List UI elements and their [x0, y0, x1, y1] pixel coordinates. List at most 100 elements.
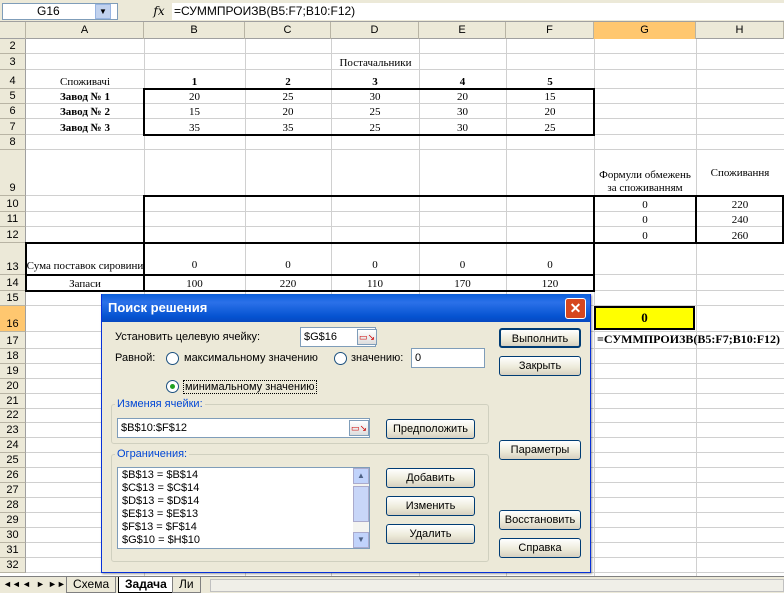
row-header[interactable]: 32 — [0, 558, 26, 573]
row-header[interactable]: 24 — [0, 438, 26, 453]
chevron-down-icon[interactable]: ▼ — [95, 4, 111, 19]
row-header[interactable]: 8 — [0, 135, 26, 150]
value-label[interactable]: значению: — [351, 352, 403, 364]
row-header[interactable]: 15 — [0, 291, 26, 306]
row-header[interactable]: 26 — [0, 468, 26, 483]
next-sheet-icon[interactable]: ► — [36, 579, 45, 589]
row-header[interactable]: 31 — [0, 543, 26, 558]
row-header[interactable]: 11 — [0, 212, 26, 227]
min-label[interactable]: минимальному значению — [183, 380, 317, 394]
row-header[interactable]: 12 — [0, 227, 26, 243]
row-header[interactable]: 9 — [0, 150, 26, 196]
row-header[interactable]: 13 — [0, 243, 26, 275]
row-header[interactable]: 2 — [0, 39, 26, 54]
constraints-label: Ограничения: — [115, 448, 190, 460]
value-input[interactable]: 0 — [411, 348, 485, 368]
changing-cells-input[interactable]: $B$10:$F$12 — [117, 418, 370, 438]
column-header-f[interactable]: F — [506, 22, 594, 39]
row-header[interactable]: 6 — [0, 104, 26, 119]
consumers-label: Споживачі — [59, 76, 110, 88]
add-button[interactable]: Добавить — [386, 468, 475, 488]
row-header[interactable]: 5 — [0, 89, 26, 104]
options-button[interactable]: Параметры — [499, 440, 581, 460]
row-header[interactable]: 18 — [0, 349, 26, 364]
column-header-c[interactable]: C — [245, 22, 331, 39]
range-picker-icon[interactable]: ▭↘ — [357, 329, 377, 345]
constraints-scrollbar[interactable]: ▲ ▼ — [353, 468, 369, 548]
stock-row-border — [25, 274, 595, 292]
row-header[interactable]: 21 — [0, 394, 26, 409]
tab-schema[interactable]: Схема — [66, 577, 117, 593]
row-header[interactable]: 4 — [0, 70, 26, 89]
consumption-header: Споживання — [710, 167, 770, 179]
supplier-number: 4 — [459, 76, 466, 88]
row-header[interactable]: 17 — [0, 332, 26, 349]
close-icon[interactable]: ✕ — [565, 298, 586, 319]
last-sheet-icon[interactable]: ►► — [48, 579, 66, 589]
change-button[interactable]: Изменить — [386, 496, 475, 516]
tab-other[interactable]: Ли — [172, 577, 201, 593]
list-item[interactable]: $B$13 = $B$14 — [118, 469, 354, 482]
list-item[interactable]: $F$13 = $F$14 — [118, 521, 354, 534]
supplier-number: 3 — [372, 76, 378, 88]
row-header[interactable]: 30 — [0, 528, 26, 543]
suppliers-header: Постачальники — [339, 57, 412, 69]
row-header[interactable]: 29 — [0, 513, 26, 528]
row-header[interactable]: 7 — [0, 119, 26, 135]
select-all-corner[interactable] — [0, 22, 26, 39]
column-header-h[interactable]: H — [696, 22, 784, 39]
prev-sheet-icon[interactable]: ◄ — [22, 579, 31, 589]
target-cell-label: Установить целевую ячейку: — [115, 331, 261, 343]
column-header-a[interactable]: A — [26, 22, 144, 39]
delete-button[interactable]: Удалить — [386, 524, 475, 544]
supplier-number: 5 — [547, 76, 553, 88]
row-header[interactable]: 20 — [0, 379, 26, 394]
min-radio[interactable] — [166, 380, 179, 393]
scroll-up-icon[interactable]: ▲ — [353, 468, 369, 484]
plant-label: Завод № 2 — [60, 106, 110, 118]
row-header[interactable]: 25 — [0, 453, 26, 468]
constraint-column-border — [593, 195, 697, 244]
column-header-d[interactable]: D — [331, 22, 419, 39]
scroll-thumb[interactable] — [353, 486, 369, 522]
value-radio[interactable] — [334, 352, 347, 365]
row-header[interactable]: 28 — [0, 498, 26, 513]
row-header[interactable]: 3 — [0, 54, 26, 70]
consumption-column-border — [695, 195, 784, 244]
solve-button[interactable]: Выполнить — [499, 328, 581, 348]
help-button[interactable]: Справка — [499, 538, 581, 558]
objective-formula-text: =СУММПРОИЗВ(B5:F7;B10:F12) — [597, 332, 781, 346]
constraints-list[interactable]: $B$13 = $B$14 $C$13 = $C$14 $D$13 = $D$1… — [117, 467, 370, 549]
row-header[interactable]: 14 — [0, 275, 26, 291]
reset-button[interactable]: Восстановить — [499, 510, 581, 530]
range-picker-icon[interactable]: ▭↘ — [349, 420, 369, 436]
column-header-e[interactable]: E — [419, 22, 506, 39]
list-item[interactable]: $E$13 = $E$13 — [118, 508, 354, 521]
column-header-b[interactable]: B — [144, 22, 245, 39]
max-label[interactable]: максимальному значению — [184, 352, 318, 364]
guess-button[interactable]: Предположить — [386, 419, 475, 439]
list-item[interactable]: $D$13 = $D$14 — [118, 495, 354, 508]
list-item[interactable]: $C$13 = $C$14 — [118, 482, 354, 495]
scroll-down-icon[interactable]: ▼ — [353, 532, 369, 548]
column-headers: A B C D E F G H — [0, 22, 784, 39]
row-header[interactable]: 16 — [0, 306, 26, 332]
close-button[interactable]: Закрыть — [499, 356, 581, 376]
formula-input[interactable]: =СУММПРОИЗВ(B5:F7;B10:F12) — [172, 3, 784, 20]
row-header[interactable]: 23 — [0, 423, 26, 438]
column-header-g[interactable]: G — [594, 22, 696, 39]
row-header[interactable]: 10 — [0, 196, 26, 212]
first-sheet-icon[interactable]: ◄◄ — [3, 579, 21, 589]
max-radio[interactable] — [166, 352, 179, 365]
horizontal-scrollbar[interactable] — [210, 579, 784, 592]
list-item[interactable]: $G$10 = $H$10 — [118, 534, 354, 547]
row-header[interactable]: 22 — [0, 409, 26, 423]
changing-cells-label: Изменяя ячейки: — [115, 398, 205, 410]
row-header[interactable]: 19 — [0, 364, 26, 379]
objective-cell[interactable]: 0 — [594, 306, 695, 330]
row-header[interactable]: 27 — [0, 483, 26, 498]
function-icon[interactable]: fx — [148, 3, 170, 20]
formula-bar: G16 ▼ fx =СУММПРОИЗВ(B5:F7;B10:F12) — [0, 0, 784, 22]
tab-task[interactable]: Задача — [118, 577, 174, 593]
plant-label: Завод № 1 — [60, 91, 110, 103]
